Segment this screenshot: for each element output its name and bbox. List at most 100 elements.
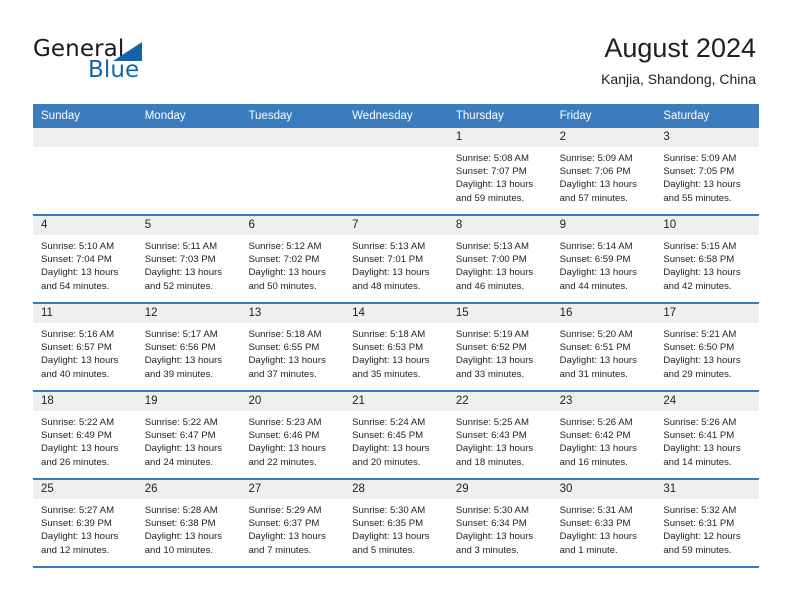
daylight-text-line1: Daylight: 13 hours [455,267,534,279]
weekday-header-saturday: Saturday [663,110,710,122]
daylight-text-line1: Daylight: 13 hours [41,267,119,279]
day-cell[interactable]: 9 Sunrise: 5:14 AM Sunset: 6:59 PM Dayli… [551,216,656,302]
sunset-text: Sunset: 6:41 PM [663,430,735,442]
day-number [136,128,241,147]
day-cell [136,128,241,214]
day-cell[interactable]: 7 Sunrise: 5:13 AM Sunset: 7:01 PM Dayli… [344,216,448,302]
day-number [33,128,137,147]
daylight-text-line2: and 14 minutes. [663,456,732,468]
sunset-text: Sunset: 6:57 PM [41,342,112,354]
day-details: Sunrise: 5:20 AM Sunset: 6:51 PM Dayligh… [552,323,656,390]
day-cell[interactable]: 4 Sunrise: 5:10 AM Sunset: 7:04 PM Dayli… [33,216,137,302]
day-cell[interactable]: 11 Sunrise: 5:16 AM Sunset: 6:57 PM Dayl… [33,304,137,390]
day-details: Sunrise: 5:30 AM Sunset: 6:34 PM Dayligh… [448,499,552,566]
day-cell[interactable]: 12 Sunrise: 5:17 AM Sunset: 6:56 PM Dayl… [136,304,241,390]
day-cell[interactable]: 1 Sunrise: 5:08 AM Sunset: 7:07 PM Dayli… [447,128,552,214]
day-cell[interactable]: 19 Sunrise: 5:22 AM Sunset: 6:47 PM Dayl… [136,392,241,478]
day-cell[interactable]: 29 Sunrise: 5:30 AM Sunset: 6:34 PM Dayl… [447,480,552,566]
day-number: 23 [551,392,656,411]
day-cell[interactable]: 6 Sunrise: 5:12 AM Sunset: 7:02 PM Dayli… [240,216,345,302]
daylight-text-line1: Daylight: 13 hours [352,267,430,279]
daylight-text-line1: Daylight: 13 hours [144,443,223,455]
general-blue-logo[interactable]: General Blue [33,36,233,86]
day-cell[interactable]: 2 Sunrise: 5:09 AM Sunset: 7:06 PM Dayli… [551,128,656,214]
day-number: 5 [136,216,241,235]
day-number: 21 [344,392,448,411]
daylight-text-line2: and 31 minutes. [559,368,628,380]
day-cell[interactable]: 25 Sunrise: 5:27 AM Sunset: 6:39 PM Dayl… [33,480,137,566]
daylight-text-line1: Daylight: 13 hours [455,179,534,191]
day-cell[interactable]: 8 Sunrise: 5:13 AM Sunset: 7:00 PM Dayli… [447,216,552,302]
day-cell[interactable]: 14 Sunrise: 5:18 AM Sunset: 6:53 PM Dayl… [344,304,448,390]
sunrise-text: Sunrise: 5:28 AM [144,505,218,516]
sunrise-text: Sunrise: 5:26 AM [559,417,633,428]
sunset-text: Sunset: 7:05 PM [663,166,735,178]
daylight-text-line2: and 26 minutes. [41,456,110,468]
day-cell[interactable]: 13 Sunrise: 5:18 AM Sunset: 6:55 PM Dayl… [240,304,345,390]
day-details: Sunrise: 5:32 AM Sunset: 6:31 PM Dayligh… [655,499,759,566]
sunset-text: Sunset: 7:03 PM [144,254,216,266]
day-number: 16 [551,304,656,323]
day-cell[interactable]: 27 Sunrise: 5:29 AM Sunset: 6:37 PM Dayl… [240,480,345,566]
daylight-text-line2: and 20 minutes. [352,456,421,468]
daylight-text-line2: and 54 minutes. [41,280,110,292]
day-details: Sunrise: 5:11 AM Sunset: 7:03 PM Dayligh… [137,235,241,302]
daylight-text-line1: Daylight: 13 hours [41,531,119,543]
calendar-grid: Sunday Monday Tuesday Wednesday Thursday… [33,104,760,568]
daylight-text-line1: Daylight: 13 hours [559,355,637,367]
day-details: Sunrise: 5:12 AM Sunset: 7:02 PM Dayligh… [240,235,344,302]
day-number: 4 [33,216,137,235]
sunrise-text: Sunrise: 5:11 AM [144,241,218,252]
sunset-text: Sunset: 6:46 PM [248,430,320,442]
daylight-text-line2: and 46 minutes. [455,280,525,292]
daylight-text-line1: Daylight: 13 hours [663,443,741,455]
page-subtitle: Kanjia, Shandong, China [601,71,756,87]
sunrise-text: Sunrise: 5:26 AM [663,417,737,428]
day-cell[interactable]: 16 Sunrise: 5:20 AM Sunset: 6:51 PM Dayl… [551,304,656,390]
day-cell[interactable]: 3 Sunrise: 5:09 AM Sunset: 7:05 PM Dayli… [655,128,760,214]
daylight-text-line2: and 22 minutes. [248,456,317,468]
sunset-text: Sunset: 7:06 PM [559,166,631,178]
daylight-text-line2: and 7 minutes. [248,544,312,556]
week-row: 18 Sunrise: 5:22 AM Sunset: 6:49 PM Dayl… [33,392,760,480]
day-cell[interactable]: 15 Sunrise: 5:19 AM Sunset: 6:52 PM Dayl… [447,304,552,390]
day-cell[interactable]: 28 Sunrise: 5:30 AM Sunset: 6:35 PM Dayl… [344,480,448,566]
day-cell[interactable]: 18 Sunrise: 5:22 AM Sunset: 6:49 PM Dayl… [33,392,137,478]
day-number: 25 [33,480,137,499]
day-details: Sunrise: 5:26 AM Sunset: 6:42 PM Dayligh… [552,411,656,478]
day-number: 14 [344,304,448,323]
day-cell[interactable]: 17 Sunrise: 5:21 AM Sunset: 6:50 PM Dayl… [655,304,760,390]
daylight-text-line2: and 35 minutes. [352,368,421,380]
day-cell[interactable]: 23 Sunrise: 5:26 AM Sunset: 6:42 PM Dayl… [551,392,656,478]
sunset-text: Sunset: 6:56 PM [144,342,216,354]
daylight-text-line2: and 40 minutes. [41,368,110,380]
day-details: Sunrise: 5:18 AM Sunset: 6:53 PM Dayligh… [344,323,448,390]
sunrise-text: Sunrise: 5:22 AM [144,417,218,428]
daylight-text-line1: Daylight: 13 hours [248,267,326,279]
sunset-text: Sunset: 6:50 PM [663,342,735,354]
sunrise-text: Sunrise: 5:09 AM [663,153,737,164]
day-details: Sunrise: 5:15 AM Sunset: 6:58 PM Dayligh… [655,235,759,302]
day-details: Sunrise: 5:21 AM Sunset: 6:50 PM Dayligh… [655,323,759,390]
day-details: Sunrise: 5:17 AM Sunset: 6:56 PM Dayligh… [137,323,241,390]
daylight-text-line2: and 59 minutes. [455,192,525,204]
day-cell[interactable]: 22 Sunrise: 5:25 AM Sunset: 6:43 PM Dayl… [447,392,552,478]
sunrise-text: Sunrise: 5:32 AM [663,505,737,516]
day-cell[interactable]: 5 Sunrise: 5:11 AM Sunset: 7:03 PM Dayli… [136,216,241,302]
sunrise-text: Sunrise: 5:10 AM [41,241,115,252]
day-cell[interactable]: 21 Sunrise: 5:24 AM Sunset: 6:45 PM Dayl… [344,392,448,478]
sunrise-text: Sunrise: 5:23 AM [248,417,322,428]
daylight-text-line2: and 12 minutes. [41,544,110,556]
day-details [344,147,448,214]
sunrise-text: Sunrise: 5:12 AM [248,241,322,252]
daylight-text-line1: Daylight: 13 hours [663,179,741,191]
sunset-text: Sunset: 6:59 PM [559,254,631,266]
day-details: Sunrise: 5:25 AM Sunset: 6:43 PM Dayligh… [448,411,552,478]
day-cell[interactable]: 24 Sunrise: 5:26 AM Sunset: 6:41 PM Dayl… [655,392,760,478]
day-cell[interactable]: 31 Sunrise: 5:32 AM Sunset: 6:31 PM Dayl… [655,480,760,566]
day-cell[interactable]: 10 Sunrise: 5:15 AM Sunset: 6:58 PM Dayl… [655,216,760,302]
day-cell[interactable]: 20 Sunrise: 5:23 AM Sunset: 6:46 PM Dayl… [240,392,345,478]
daylight-text-line1: Daylight: 13 hours [248,531,326,543]
day-cell[interactable]: 30 Sunrise: 5:31 AM Sunset: 6:33 PM Dayl… [551,480,656,566]
day-cell[interactable]: 26 Sunrise: 5:28 AM Sunset: 6:38 PM Dayl… [136,480,241,566]
